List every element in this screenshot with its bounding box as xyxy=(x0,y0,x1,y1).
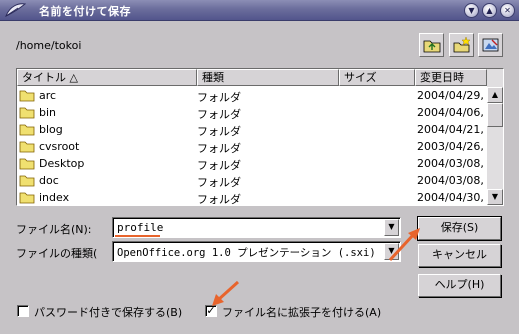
up-folder-button[interactable] xyxy=(419,33,444,57)
scroll-down-button[interactable]: ▼ xyxy=(487,189,503,205)
file-type: フォルダ xyxy=(197,159,241,172)
default-folder-icon xyxy=(482,38,499,52)
file-modified: 2004/03/08, xyxy=(417,174,484,187)
folder-icon xyxy=(19,158,35,170)
file-modified: 2004/03/08, xyxy=(417,157,484,170)
file-modified: 2004/04/21, xyxy=(417,123,484,136)
file-list-header: タイトル △ 種類 サイズ 変更日時 xyxy=(17,69,487,86)
file-type: フォルダ xyxy=(197,193,241,206)
column-modified[interactable]: 変更日時 xyxy=(415,69,487,86)
close-button[interactable]: ✕ xyxy=(500,3,515,18)
folder-icon xyxy=(19,124,35,136)
list-item[interactable]: arc フォルダ 2004/04/29, xyxy=(17,87,487,104)
column-title[interactable]: タイトル △ xyxy=(17,69,197,86)
folder-icon xyxy=(19,141,35,153)
file-type: フォルダ xyxy=(197,108,241,121)
column-type[interactable]: 種類 xyxy=(197,69,339,86)
list-item[interactable]: bin フォルダ 2004/04/06, xyxy=(17,104,487,121)
minimize-button[interactable]: ▼ xyxy=(464,3,479,18)
filetype-combobox[interactable]: OpenOffice.org 1.0 プレゼンテーション (.sxi) ▼ xyxy=(112,241,401,262)
list-item[interactable]: cvsroot フォルダ 2003/04/26, xyxy=(17,138,487,155)
up-folder-icon xyxy=(423,40,441,53)
scroll-thumb[interactable] xyxy=(487,103,503,127)
filetype-label: ファイルの種類( xyxy=(16,247,98,260)
file-modified: 2004/04/06, xyxy=(417,106,484,119)
new-folder-button[interactable] xyxy=(449,33,474,57)
vertical-scrollbar[interactable]: ▲ ▼ xyxy=(487,69,503,205)
new-folder-icon xyxy=(453,37,471,53)
help-button[interactable]: ヘルプ(H) xyxy=(418,274,501,297)
file-type: フォルダ xyxy=(197,91,241,104)
file-name: index xyxy=(39,191,70,204)
extension-checkbox-label[interactable]: ファイル名に拡張子を付ける(A) xyxy=(222,304,381,320)
save-button[interactable]: 保存(S) xyxy=(417,216,502,241)
filename-label: ファイル名(N): xyxy=(16,223,92,236)
title-bar[interactable]: 名前を付けて保存 ▼ ▲ ✕ xyxy=(0,0,519,21)
password-checkbox-label[interactable]: パスワード付きで保存する(B) xyxy=(34,304,182,320)
file-name: bin xyxy=(39,106,57,119)
file-name: blog xyxy=(39,123,63,136)
list-item[interactable]: blog フォルダ 2004/04/21, xyxy=(17,121,487,138)
folder-icon xyxy=(19,192,35,204)
scroll-up-button[interactable]: ▲ xyxy=(487,87,503,103)
app-feather-icon xyxy=(5,3,26,18)
window-title: 名前を付けて保存 xyxy=(39,5,131,18)
annotation-arrow-icon xyxy=(212,280,240,306)
file-name: Desktop xyxy=(39,157,85,170)
folder-icon xyxy=(19,175,35,187)
folder-icon xyxy=(19,107,35,119)
file-modified: 2004/04/30, xyxy=(417,191,484,204)
file-name: doc xyxy=(39,174,59,187)
folder-icon xyxy=(19,90,35,102)
current-path: /home/tokoi xyxy=(16,39,82,52)
default-folder-button[interactable] xyxy=(478,33,503,57)
filename-input[interactable]: profile xyxy=(117,221,163,234)
file-type: フォルダ xyxy=(197,125,241,138)
password-checkbox[interactable] xyxy=(17,305,29,317)
file-modified: 2004/04/29, xyxy=(417,89,484,102)
filetype-select[interactable]: OpenOffice.org 1.0 プレゼンテーション (.sxi) xyxy=(117,245,376,260)
annotation-arrow-icon xyxy=(388,228,420,262)
column-size[interactable]: サイズ xyxy=(339,69,415,86)
file-name: cvsroot xyxy=(39,140,80,153)
file-type: フォルダ xyxy=(197,176,241,189)
file-modified: 2003/04/26, xyxy=(417,140,484,153)
cancel-button[interactable]: キャンセル xyxy=(418,244,501,267)
file-name: arc xyxy=(39,89,57,102)
list-item[interactable]: index フォルダ 2004/04/30, xyxy=(17,189,487,206)
list-item[interactable]: Desktop フォルダ 2004/03/08, xyxy=(17,155,487,172)
file-list[interactable]: タイトル △ 種類 サイズ 変更日時 arc フォルダ 2004/04/29, … xyxy=(16,68,504,206)
file-type: フォルダ xyxy=(197,142,241,155)
maximize-button[interactable]: ▲ xyxy=(482,3,497,18)
list-item[interactable]: doc フォルダ 2004/03/08, xyxy=(17,172,487,189)
filename-highlight-underline xyxy=(115,235,160,237)
